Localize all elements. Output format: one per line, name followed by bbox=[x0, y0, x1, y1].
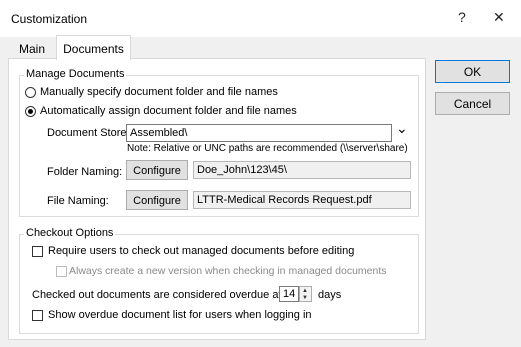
unc-note: Note: Relative or UNC paths are recommen… bbox=[127, 143, 408, 154]
manual-radio-label[interactable]: Manually specify document folder and fil… bbox=[40, 86, 278, 98]
document-store-input[interactable]: Assembled\ bbox=[126, 124, 392, 142]
file-naming-label: File Naming: bbox=[47, 195, 109, 207]
overdue-label: Checked out documents are considered ove… bbox=[32, 289, 295, 301]
show-overdue-label[interactable]: Show overdue document list for users whe… bbox=[48, 309, 312, 321]
manage-documents-legend: Manage Documents bbox=[24, 68, 127, 80]
document-store-label: Document Store: bbox=[47, 127, 130, 139]
cancel-button[interactable]: Cancel bbox=[435, 92, 510, 115]
close-button[interactable]: ✕ bbox=[493, 9, 505, 26]
radio-icon[interactable] bbox=[25, 106, 36, 117]
help-button[interactable]: ? bbox=[458, 9, 466, 25]
configure-folder-button[interactable]: Configure bbox=[126, 160, 188, 180]
file-naming-value: LTTR-Medical Records Request.pdf bbox=[193, 191, 411, 209]
configure-file-button[interactable]: Configure bbox=[126, 190, 188, 210]
days-unit-label: days bbox=[318, 289, 342, 301]
folder-naming-label: Folder Naming: bbox=[47, 166, 123, 178]
tab-documents[interactable]: Documents bbox=[56, 35, 131, 60]
chevron-down-icon[interactable]: ⌄ bbox=[396, 120, 408, 137]
ok-button[interactable]: OK bbox=[435, 60, 510, 83]
always-version-label: Always create a new version when checkin… bbox=[69, 265, 387, 277]
checkbox-icon[interactable] bbox=[32, 310, 43, 321]
folder-naming-value: Doe_John\123\45\ bbox=[193, 161, 411, 179]
checkout-options-legend: Checkout Options bbox=[24, 227, 116, 239]
auto-radio-label[interactable]: Automatically assign document folder and… bbox=[40, 105, 297, 117]
checkbox-icon[interactable] bbox=[56, 266, 67, 277]
overdue-days-input[interactable]: 14 bbox=[279, 286, 299, 302]
spin-arrows-icon[interactable]: ▲ ▼ bbox=[299, 286, 312, 302]
tab-main[interactable]: Main bbox=[8, 37, 56, 59]
require-checkout-label[interactable]: Require users to check out managed docum… bbox=[48, 245, 354, 257]
window-title: Customization bbox=[11, 12, 88, 26]
radio-icon[interactable] bbox=[25, 87, 36, 98]
checkbox-icon[interactable] bbox=[32, 246, 43, 257]
